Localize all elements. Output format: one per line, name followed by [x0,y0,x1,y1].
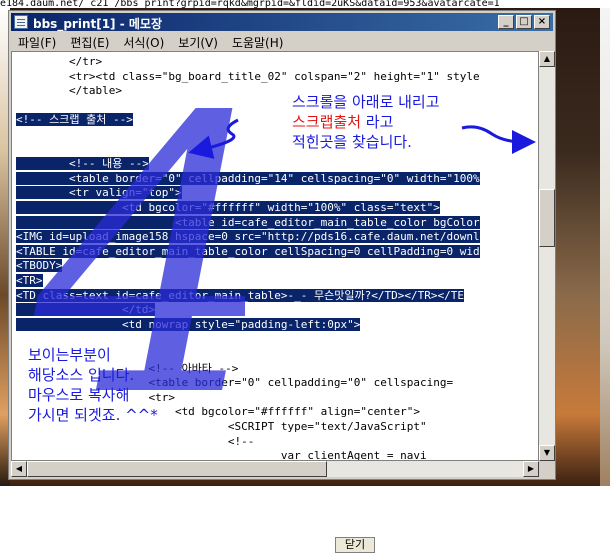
annotation-bottom-line2: 해당소스 입니다. [28,366,135,384]
annotation-top-line3: 적힌곳을 찾습니다. [292,133,412,151]
menu-format[interactable]: 서식(O) [116,32,171,50]
scroll-right-arrow-icon[interactable]: ▶ [523,461,539,477]
scroll-up-arrow-icon[interactable]: ▲ [539,51,555,67]
code-line: <TD class=text id=cafe_editor_main_table… [16,288,464,302]
annotation-top-line1: 스크롤을 아래로 내리고 [292,93,440,111]
window-title: bbs_print[1] - 메모장 [33,17,162,31]
window-titlebar[interactable]: bbs_print[1] - 메모장 _ □ × [11,13,553,31]
annotation-top-line2-rest: 라고 [361,113,394,131]
code-line: <TR> [16,274,43,287]
code-line: <IMG id=upload_image158 hspace=0 src="ht… [16,230,480,244]
close-page-button[interactable]: 닫기 [335,537,375,553]
code-line: var clientAgent = navi [16,449,427,461]
notepad-icon[interactable] [14,15,28,29]
code-line: <TABLE id=cafe_editor_main_table_color c… [16,244,480,258]
code-line: </td> [16,303,156,317]
menu-view[interactable]: 보기(V) [171,32,225,50]
annotation-bottom-note: 보이는부분이 해당소스 입니다. 마우스로 복사해 가시면 되겟죠. ^^* [28,345,218,425]
scroll-left-arrow-icon[interactable]: ◀ [11,461,27,477]
annotation-scrap-source: 스크랩출처 [292,113,362,131]
horizontal-scroll-thumb[interactable] [27,461,327,477]
menu-bar: 파일(F) 편집(E) 서식(O) 보기(V) 도움말(H) [11,32,553,50]
annotation-bottom-line4: 가시면 되겟죠. ^^* [28,406,158,424]
menu-edit[interactable]: 편집(E) [63,32,116,50]
scroll-down-arrow-icon[interactable]: ▼ [539,445,555,461]
code-line: <tr><td class="bg_board_title_02" colspa… [16,69,480,83]
maximize-button[interactable]: □ [516,15,532,29]
menu-file[interactable]: 파일(F) [11,32,63,50]
vertical-scrollbar[interactable]: ▲ ▼ [539,51,555,461]
annotation-bottom-line3: 마우스로 복사해 [28,386,130,404]
background-photo-right-edge [600,8,610,486]
close-window-button[interactable]: × [534,15,550,29]
annotation-top-note: 스크롤을 아래로 내리고 스크랩출처 라고 적힌곳을 찾습니다. [292,92,522,152]
code-line: <!-- [16,434,255,448]
code-line: <!-- 내용 --> [16,157,149,171]
code-line: <tr valign="top"> [16,186,182,200]
code-line: </table> [16,84,122,98]
menu-help[interactable]: 도움말(H) [225,32,291,50]
resize-grip[interactable] [539,461,555,477]
annotation-bottom-line1: 보이는부분이 [28,346,111,364]
page-bottom-area [0,486,610,552]
code-line: <td bgcolor="#ffffff" width="100%" class… [16,201,440,214]
code-line: <table id=cafe_editor_main_table_color b… [16,215,480,229]
minimize-button[interactable]: _ [498,15,514,29]
code-line: <table border="0" cellpadding="14" cells… [16,171,480,185]
code-line: <!-- 스크랩 출처 --> [16,113,133,127]
horizontal-scrollbar[interactable]: ◀ ▶ [11,461,539,477]
vertical-scroll-thumb[interactable] [539,189,555,247]
code-line: </tr> [16,55,103,68]
code-line: <td nowrap style="padding-left:0px"> [16,317,361,331]
browser-address-text: e184.daum.net/_c21_/bbs_print?grpid=rqkd… [0,0,500,8]
code-line: <TBODY> [16,259,63,273]
